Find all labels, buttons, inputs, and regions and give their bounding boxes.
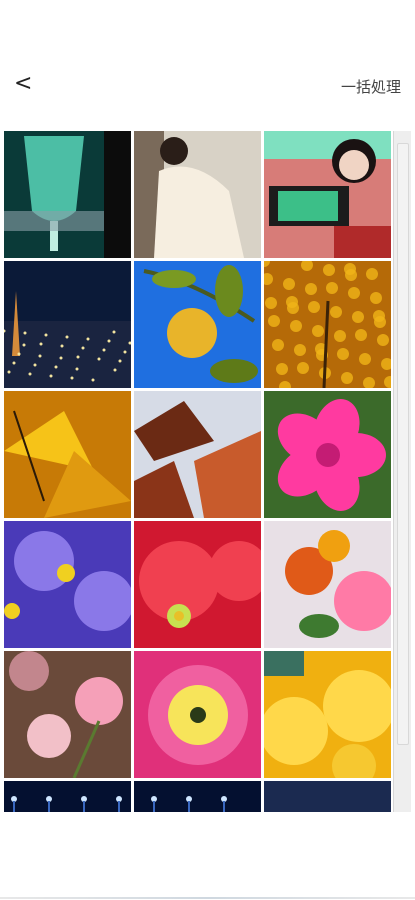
photo-grid (4, 131, 391, 812)
red-primrose-photo[interactable] (134, 521, 261, 648)
pink-clover-flowers-photo-image (4, 651, 131, 778)
champagne-glass-photo-image (4, 131, 131, 258)
night-street-photo-2[interactable] (134, 781, 261, 812)
yuzu-fruit-blue-sky-photo-image (134, 261, 261, 388)
grid-scrollbar[interactable] (393, 131, 411, 812)
purple-primrose-photo[interactable] (4, 521, 131, 648)
tokyo-night-skyline-photo[interactable] (4, 261, 131, 388)
night-sky-photo-image (264, 781, 391, 812)
yellow-primrose-photo-image (264, 651, 391, 778)
ginkgo-leaves-photo[interactable] (4, 391, 131, 518)
yuzu-fruit-blue-sky-photo[interactable] (134, 261, 261, 388)
pink-primrose-closeup-photo-image (134, 651, 261, 778)
champagne-glass-photo[interactable] (4, 131, 131, 258)
orange-pink-flowers-photo-image (264, 521, 391, 648)
scrollbar-thumb[interactable] (397, 143, 409, 745)
woman-white-dress-photo[interactable] (134, 131, 261, 258)
red-autumn-leaves-photo[interactable] (134, 391, 261, 518)
pink-azalea-photo[interactable] (264, 391, 391, 518)
red-primrose-photo-image (134, 521, 261, 648)
woman-game-console-photo-image (264, 131, 391, 258)
woman-white-dress-photo-image (134, 131, 261, 258)
pink-primrose-closeup-photo[interactable] (134, 651, 261, 778)
yellow-ginkgo-tree-photo-image (264, 261, 391, 388)
batch-process-button[interactable]: 一括処理 (341, 76, 401, 97)
yellow-primrose-photo[interactable] (264, 651, 391, 778)
pink-clover-flowers-photo[interactable] (4, 651, 131, 778)
bottom-divider (0, 897, 415, 899)
top-bar: < 一括処理 (0, 0, 415, 130)
pink-azalea-photo-image (264, 391, 391, 518)
yellow-ginkgo-tree-photo[interactable] (264, 261, 391, 388)
red-autumn-leaves-photo-image (134, 391, 261, 518)
ginkgo-leaves-photo-image (4, 391, 131, 518)
orange-pink-flowers-photo[interactable] (264, 521, 391, 648)
purple-primrose-photo-image (4, 521, 131, 648)
back-button[interactable]: < (14, 70, 38, 98)
night-street-photo-1-image (4, 781, 131, 812)
night-street-photo-2-image (134, 781, 261, 812)
photo-grid-viewport (4, 131, 392, 812)
tokyo-night-skyline-photo-image (4, 261, 131, 388)
night-sky-photo[interactable] (264, 781, 391, 812)
woman-game-console-photo[interactable] (264, 131, 391, 258)
night-street-photo-1[interactable] (4, 781, 131, 812)
